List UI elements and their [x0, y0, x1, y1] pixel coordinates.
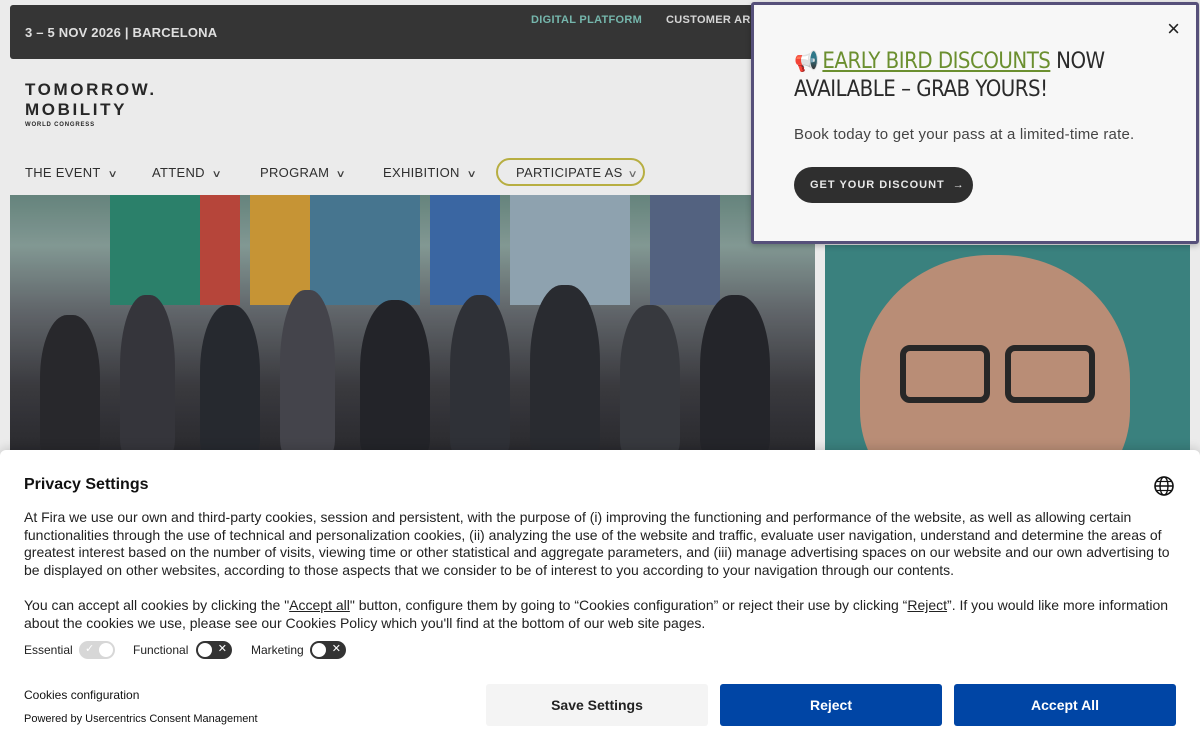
chevron-down-icon: ∨ — [335, 169, 347, 180]
chevron-down-icon: ∨ — [466, 169, 477, 180]
cookie-description: At Fira we use our own and third-party c… — [24, 509, 1170, 578]
get-discount-button[interactable]: GET YOUR DISCOUNT → — [794, 167, 973, 203]
participate-as-button[interactable]: PARTICIPATE AS ∨ — [496, 158, 645, 186]
chevron-down-icon: ∨ — [107, 169, 118, 180]
arrow-right-icon: → — [952, 179, 965, 191]
close-icon: ✕ — [331, 643, 341, 655]
nav-item-attend[interactable]: ATTEND ∨ — [152, 165, 222, 180]
cookie-banner: Privacy Settings At Fira we use our own … — [0, 450, 1200, 750]
speaker-photo — [825, 245, 1190, 450]
essential-label: Essential — [24, 643, 73, 657]
logo-line-3: WORLD CONGRESS — [25, 122, 95, 128]
close-icon: ✕ — [217, 643, 227, 655]
close-icon[interactable]: × — [1167, 18, 1180, 40]
nav-item-exhibition[interactable]: EXHIBITION ∨ — [383, 165, 477, 180]
early-bird-popup: × 📢 EARLY BIRD DISCOUNTS NOW AVAILABLE – … — [751, 2, 1199, 244]
chevron-down-icon: ∨ — [627, 169, 638, 180]
logo-line-1: TOMORROW. — [25, 80, 157, 99]
customer-area-link[interactable]: CUSTOMER AR — [666, 14, 751, 26]
essential-toggle: ✓ — [79, 641, 115, 659]
marketing-toggle[interactable]: ✕ — [310, 641, 346, 659]
functional-toggle[interactable]: ✕ — [196, 641, 232, 659]
reject-button[interactable]: Reject — [720, 684, 942, 726]
promo-subtext: Book today to get your pass at a limited… — [794, 126, 1135, 143]
powered-by-text: Powered by Usercentrics Consent Manageme… — [24, 713, 258, 725]
accept-all-link[interactable]: Accept all — [289, 597, 350, 613]
marketing-label: Marketing — [251, 643, 304, 657]
site-logo[interactable]: TOMORROW. MOBILITY WORLD CONGRESS — [25, 80, 157, 128]
cookie-instructions: You can accept all cookies by clicking t… — [24, 597, 1169, 631]
hero-crowd-image — [10, 195, 815, 450]
functional-label: Functional — [133, 643, 189, 657]
globe-icon[interactable] — [1153, 475, 1175, 497]
logo-line-2: MOBILITY — [25, 100, 128, 119]
save-settings-button[interactable]: Save Settings — [486, 684, 708, 726]
privacy-settings-title: Privacy Settings — [24, 476, 149, 493]
check-icon: ✓ — [85, 643, 95, 655]
cookies-configuration-link[interactable]: Cookies configuration — [24, 688, 139, 702]
reject-link[interactable]: Reject — [907, 597, 947, 613]
promo-headline: 📢 EARLY BIRD DISCOUNTS NOW AVAILABLE – GR… — [794, 47, 1154, 104]
megaphone-icon: 📢 — [794, 49, 819, 73]
chevron-down-icon: ∨ — [211, 169, 222, 180]
accept-all-button[interactable]: Accept All — [954, 684, 1176, 726]
nav-item-program[interactable]: PROGRAM ∨ — [260, 165, 347, 180]
nav-item-the-event[interactable]: THE EVENT ∨ — [25, 165, 118, 180]
digital-platform-link[interactable]: DIGITAL PLATFORM — [531, 14, 642, 26]
early-bird-link[interactable]: EARLY BIRD DISCOUNTS — [822, 49, 1050, 74]
event-date-location: 3 – 5 NOV 2026 | BARCELONA — [25, 25, 218, 40]
